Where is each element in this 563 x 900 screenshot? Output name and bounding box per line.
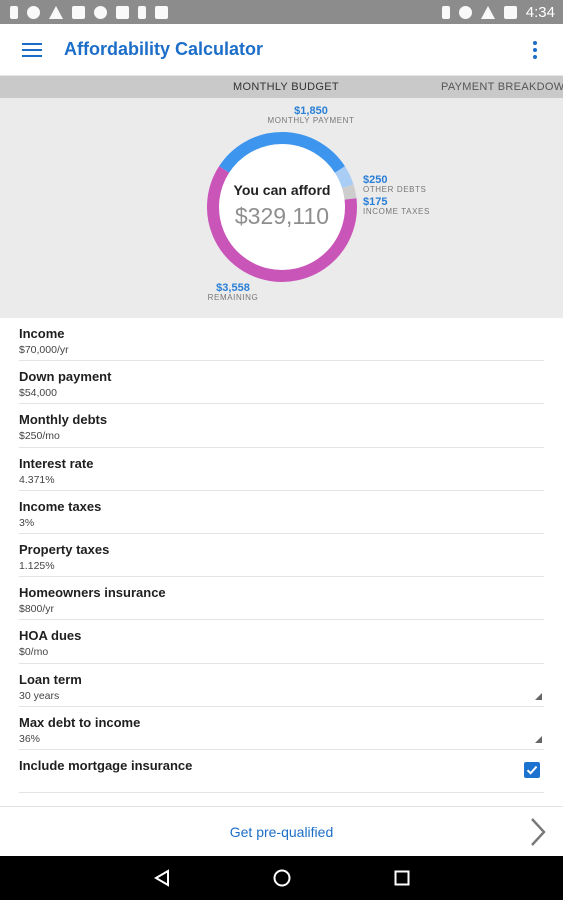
other-debts-callout: $250 Other Debts: [363, 174, 427, 194]
status-right-icons: 4:34: [441, 3, 555, 21]
hamburger-icon: [22, 42, 42, 57]
system-nav-bar: [0, 856, 563, 900]
status-left-icons: [10, 5, 168, 19]
row-value: 1.125%: [19, 559, 55, 572]
afford-value: $329,110: [234, 203, 330, 229]
get-pre-qualified-button[interactable]: Get pre-qualified: [0, 806, 563, 856]
wifi-icon: [480, 5, 495, 19]
get-pre-qualified-label: Get pre-qualified: [229, 823, 334, 840]
remaining-label: Remaining: [207, 293, 259, 302]
mortgage-insurance-row: Include mortgage insurance: [19, 750, 544, 794]
homeowners-insurance-row[interactable]: Homeowners insurance $800/yr: [19, 577, 544, 621]
row-label: Monthly debts: [19, 412, 108, 428]
mortgage-insurance-label: Include mortgage insurance: [19, 757, 193, 773]
property-taxes-row[interactable]: Property taxes 1.125%: [19, 534, 544, 578]
income-row[interactable]: Income $70,000/yr: [19, 318, 544, 362]
row-value: $0/mo: [19, 646, 49, 659]
app-bar: Affordability Calculator: [0, 24, 563, 76]
row-value: 30 years: [19, 689, 60, 702]
back-icon[interactable]: [150, 866, 174, 890]
row-value: 36%: [19, 732, 41, 745]
battery-saver-icon: [10, 5, 18, 19]
sync-icon: [458, 5, 472, 19]
dropdown-arrow-icon: [535, 692, 542, 700]
row-value: $54,000: [19, 387, 57, 400]
row-label: HOA dues: [19, 628, 82, 644]
dropdown-arrow-icon: [535, 735, 542, 743]
inputs-list: Income $70,000/yr Down payment $54,000 M…: [0, 318, 563, 806]
play-store-icon: [155, 5, 168, 19]
download-icon: [138, 5, 146, 19]
row-label: Interest rate: [19, 455, 94, 471]
income-taxes-row[interactable]: Income taxes 3%: [19, 491, 544, 534]
monthly-payment-callout: $1,850 Monthly Payment: [264, 105, 358, 125]
max-debt-to-income-select[interactable]: Max debt to income 36%: [19, 707, 544, 750]
mortgage-insurance-checkbox[interactable]: [524, 761, 540, 778]
other-debts-label: Other Debts: [363, 185, 427, 194]
budget-summary: You can afford $329,110 $1,850 Monthly P…: [0, 98, 563, 318]
row-label: Income: [19, 326, 65, 341]
chevron-right-icon: [531, 818, 546, 846]
row-value: 4.371%: [19, 473, 55, 486]
tab-monthly-budget[interactable]: Monthly Budget: [233, 76, 339, 98]
bluetooth-icon: [441, 5, 450, 19]
warning-icon: [49, 5, 63, 19]
heart-icon: [94, 5, 107, 19]
monthly-debts-row[interactable]: Monthly debts $250/mo: [19, 404, 544, 448]
loan-term-select[interactable]: Loan term 30 years: [19, 664, 544, 707]
row-value: $70,000/yr: [19, 344, 69, 356]
more-vert-icon[interactable]: [507, 24, 563, 76]
checkmark-icon: [526, 765, 538, 775]
row-value: 3%: [19, 516, 35, 529]
row-label: Max debt to income: [19, 714, 141, 730]
income-taxes-callout: $175 Income Taxes: [363, 196, 430, 216]
page-title: Affordability Calculator: [64, 39, 264, 59]
g-plus-icon: [116, 5, 129, 19]
status-time: 4:34: [525, 3, 555, 21]
menu-button[interactable]: [0, 24, 64, 76]
monthly-payment-label: Monthly Payment: [267, 116, 355, 125]
hoa-dues-row[interactable]: HOA dues $0/mo: [19, 620, 544, 664]
row-label: Loan term: [19, 671, 82, 687]
interest-rate-row[interactable]: Interest rate 4.371%: [19, 448, 544, 491]
afford-label: You can afford: [233, 182, 331, 198]
signal-icon: [503, 5, 517, 19]
income-taxes-label: Income Taxes: [363, 207, 430, 216]
row-label: Homeowners insurance: [19, 585, 166, 601]
location-pin-icon: [27, 5, 40, 19]
row-value: $800/yr: [19, 603, 55, 616]
tab-payment-breakdown[interactable]: Payment Breakdown: [441, 76, 563, 98]
row-value: $250/mo: [19, 430, 60, 443]
remaining-callout: $3,558 Remaining: [205, 282, 261, 302]
row-label: Down payment: [19, 369, 112, 385]
recents-icon[interactable]: [390, 866, 414, 890]
row-label: Income taxes: [19, 498, 102, 514]
status-bar: 4:34: [0, 0, 563, 24]
home-icon[interactable]: [270, 866, 294, 890]
down-payment-row[interactable]: Down payment $54,000: [19, 361, 544, 405]
tab-bar: Monthly Budget Payment Breakdown: [0, 76, 563, 98]
image-icon: [72, 5, 85, 19]
row-label: Property taxes: [19, 541, 110, 557]
